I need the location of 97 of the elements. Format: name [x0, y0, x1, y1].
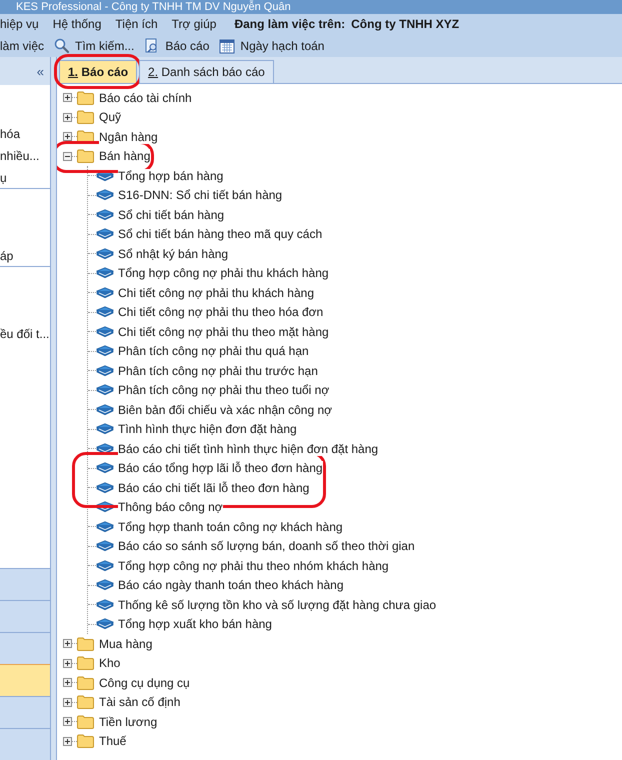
folder-label[interactable]: Thuế [99, 734, 126, 748]
book-icon [96, 326, 114, 338]
folder-icon [77, 676, 94, 690]
folder-icon [77, 695, 94, 710]
expand-icon[interactable] [63, 736, 72, 746]
toolbar-button[interactable]: Ngày hạch toán [219, 36, 324, 54]
expand-icon[interactable] [63, 639, 72, 648]
book-icon [96, 384, 114, 396]
report-item[interactable]: S16-DNN: Sổ chi tiết bán hàng [118, 188, 282, 202]
folder-label[interactable]: Báo cáo tài chính [99, 90, 192, 105]
report-item[interactable]: Tổng hợp công nợ phải thu theo nhóm khách hàng [118, 558, 389, 573]
window-title: KES Professional - Công ty TNHH TM DV Nguyễn Quân [16, 1, 291, 14]
collapse-button[interactable]: « [36, 64, 44, 78]
folder-icon [77, 90, 94, 105]
book-icon [96, 248, 114, 260]
report-item[interactable]: Tổng hợp bán hàng [118, 168, 224, 183]
book-icon [96, 501, 114, 514]
book-icon [96, 579, 114, 592]
book-icon [96, 208, 114, 221]
expand-icon[interactable] [63, 132, 72, 142]
report-item[interactable]: Báo cáo so sánh số lượng bán, doanh số theo thời gian [118, 539, 415, 554]
report-item[interactable]: Biên bản đối chiếu và xác nhận công nợ [118, 402, 332, 417]
report-item[interactable]: Sổ nhật ký bán hàng [118, 246, 228, 261]
report-item[interactable]: Báo cáo tổng hợp lãi lỗ theo đơn hàng [118, 461, 323, 476]
report-item[interactable]: Thông báo công nợ [118, 500, 223, 514]
book-icon [96, 267, 114, 280]
folder-label[interactable]: Tiền lương [99, 714, 158, 729]
expand-icon[interactable] [63, 678, 72, 688]
book-icon [96, 540, 114, 552]
book-icon [96, 364, 114, 377]
book-icon [96, 482, 114, 494]
report-item[interactable]: Phân tích công nợ phải thu quá hạn [118, 344, 309, 358]
company-name: Công ty TNHH XYZ [351, 16, 460, 33]
report-item[interactable]: Thống kê số lượng tồn kho và số lượng đặt hàng chưa giao [118, 598, 436, 612]
book-icon [96, 423, 114, 436]
folder-label[interactable]: Quỹ [99, 110, 122, 124]
report-item[interactable]: Sổ chi tiết bán hàng [118, 208, 224, 222]
folder-icon [77, 636, 94, 651]
report-item[interactable]: Báo cáo chi tiết lãi lỗ theo đơn hàng [118, 480, 310, 495]
status-label: Đang làm việc trên: [234, 16, 346, 33]
collapse-icon[interactable] [63, 152, 72, 161]
report-item[interactable]: Phân tích công nợ phải thu trước hạn [118, 364, 318, 378]
folder-icon [77, 734, 94, 748]
book-icon [96, 286, 114, 299]
tab[interactable]: 1. Báo cáo [59, 60, 138, 83]
folder-label[interactable]: Mua hàng [99, 636, 152, 651]
report-item[interactable]: Sổ chi tiết bán hàng theo mã quy cách [118, 227, 322, 242]
report-item[interactable]: Tình hình thực hiện đơn đặt hàng [118, 422, 297, 436]
book-icon [96, 306, 114, 318]
book-icon [96, 520, 114, 533]
side-panel-item[interactable]: nhiều... [0, 147, 40, 165]
folder-label[interactable]: Bán hàng [99, 149, 150, 164]
report-item[interactable]: Tổng hợp công nợ phải thu khách hàng [118, 266, 329, 280]
report-item[interactable]: Tổng hợp xuất kho bán hàng [118, 617, 272, 632]
side-panel-item[interactable]: ều đối t... [0, 325, 50, 343]
report-item[interactable]: Chi tiết công nợ phải thu khách hàng [118, 286, 314, 300]
book-icon [96, 228, 114, 240]
expand-icon[interactable] [63, 93, 72, 102]
folder-label[interactable]: Ngân hàng [99, 130, 158, 144]
book-icon [96, 189, 114, 202]
folder-icon [77, 714, 94, 729]
expand-icon[interactable] [63, 658, 72, 668]
book-icon [96, 618, 114, 630]
book-icon [96, 404, 114, 416]
menu-item[interactable]: Hệ thống [52, 15, 102, 33]
side-panel-item[interactable]: ụ [0, 168, 7, 186]
side-panel-item[interactable]: hóa [0, 125, 20, 143]
toolbar-button[interactable]: Tìm kiếm... [54, 36, 134, 54]
book-icon [96, 598, 114, 611]
tab[interactable]: 2. Danh sách báo cáo [139, 60, 274, 83]
menu-item[interactable]: Tiện ích [115, 15, 158, 33]
expand-icon[interactable] [63, 112, 72, 122]
search-icon [54, 38, 70, 54]
report-item[interactable]: Phân tích công nợ phải thu theo tuổi nợ [118, 383, 330, 398]
report-item[interactable]: Chi tiết công nợ phải thu theo hóa đơn [118, 305, 324, 320]
folder-icon [77, 656, 94, 670]
report-item[interactable]: Báo cáo ngày thanh toán theo khách hàng [118, 578, 344, 592]
expand-icon[interactable] [63, 698, 72, 707]
calendar-icon [219, 38, 236, 54]
menu-item[interactable]: Trợ giúp [172, 15, 216, 33]
report-item[interactable]: Báo cáo chi tiết tình hình thực hiện đơn đặt hàng [118, 442, 378, 456]
book-icon [96, 462, 114, 474]
folder-icon [77, 110, 94, 124]
toolbar-button[interactable]: làm việc [0, 36, 44, 54]
folder-label[interactable]: Tài sản cố định [99, 695, 180, 710]
report-item[interactable]: Tổng hợp thanh toán công nợ khách hàng [118, 520, 343, 534]
folder-label[interactable]: Kho [99, 656, 120, 670]
book-icon [96, 560, 114, 572]
expand-icon[interactable] [63, 717, 72, 726]
toolbar-button[interactable]: Báo cáo [144, 36, 210, 54]
folder-label[interactable]: Công cụ dụng cụ [99, 676, 190, 690]
book-icon [96, 345, 114, 358]
report-item[interactable]: Chi tiết công nợ phải thu theo mặt hàng [118, 324, 329, 339]
book-icon [96, 442, 114, 455]
menu-item[interactable]: hiệp vụ [0, 15, 39, 33]
side-panel-item[interactable]: áp [0, 246, 14, 264]
folder-icon [77, 149, 94, 164]
